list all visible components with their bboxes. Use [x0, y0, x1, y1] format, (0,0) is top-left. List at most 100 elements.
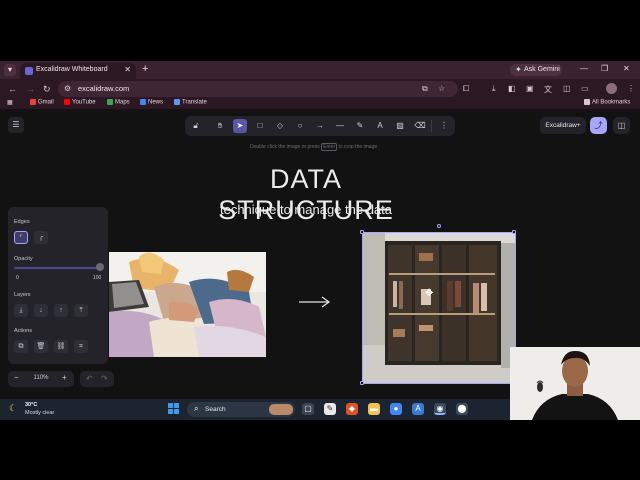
- more-tools-icon[interactable]: ⋮: [437, 119, 451, 133]
- brave-browser-icon[interactable]: ◆: [346, 403, 358, 415]
- text-tool-icon[interactable]: A: [373, 119, 387, 133]
- side-panel-icon[interactable]: ▭: [581, 84, 589, 93]
- hint-key: Enter: [321, 143, 338, 151]
- lock-tool-icon[interactable]: 🔓︎: [189, 119, 203, 133]
- ask-gemini-button[interactable]: ✦ Ask Gemini: [510, 64, 562, 76]
- opacity-max: 100: [93, 275, 102, 281]
- tab-excalidraw[interactable]: Excalidraw Whiteboard ✕: [20, 63, 136, 79]
- gmail-icon: [30, 99, 36, 105]
- bookmark-gmail[interactable]: Gmail: [30, 99, 54, 106]
- extension-1-icon[interactable]: ◧: [508, 84, 516, 93]
- send-backward-icon[interactable]: ↓: [34, 304, 48, 317]
- gemini-icon: ✦: [515, 65, 522, 74]
- zoom-level[interactable]: 110%: [29, 375, 53, 381]
- messy-clothes-illustration: [109, 252, 266, 357]
- tab-close-icon[interactable]: ✕: [124, 65, 131, 74]
- transform-arrow-icon[interactable]: [297, 295, 333, 309]
- crop-icon[interactable]: ⌗: [74, 340, 88, 353]
- zoom-out-icon[interactable]: −: [14, 373, 19, 382]
- main-menu-button[interactable]: ☰: [8, 117, 24, 133]
- extensions-icon[interactable]: ⧠: [463, 84, 469, 94]
- selection-tool-icon[interactable]: ➤: [233, 119, 247, 133]
- sharp-edges-icon[interactable]: ⌜: [14, 231, 28, 244]
- taskbar-search[interactable]: ⌕ Search: [187, 402, 295, 417]
- webcam-overlay: [510, 347, 640, 420]
- draw-tool-icon[interactable]: ✎: [353, 119, 367, 133]
- translate-ext-icon[interactable]: 文: [544, 84, 552, 95]
- restore-icon[interactable]: ❐: [601, 64, 608, 73]
- extension-2-icon[interactable]: ▣: [526, 84, 534, 93]
- redo-icon[interactable]: ↷: [101, 374, 108, 383]
- minimize-icon[interactable]: —: [580, 64, 588, 73]
- reload-icon[interactable]: ↻: [43, 84, 51, 95]
- bring-forward-icon[interactable]: ↑: [54, 304, 68, 317]
- opacity-slider-thumb[interactable]: [96, 263, 104, 271]
- new-tab-icon[interactable]: +: [142, 63, 148, 75]
- bring-to-front-icon[interactable]: ⤒: [74, 304, 88, 317]
- delete-icon[interactable]: 🗑︎: [34, 340, 48, 353]
- bookmark-youtube[interactable]: YouTube: [64, 99, 96, 106]
- app-a-icon[interactable]: A: [412, 403, 424, 415]
- download-icon[interactable]: ⤓: [492, 84, 496, 94]
- excalidraw-plus-button[interactable]: Excalidraw+: [540, 117, 586, 134]
- weather-temperature[interactable]: 30°C: [25, 402, 37, 408]
- arrow-tool-icon[interactable]: →: [313, 119, 327, 133]
- resize-handle-nw[interactable]: [360, 230, 364, 234]
- line-tool-icon[interactable]: —: [333, 119, 347, 133]
- browser-tab-strip: ▾ Excalidraw Whiteboard ✕ + ✦ Ask Gemini…: [0, 61, 640, 79]
- window-close-icon[interactable]: ✕: [623, 64, 630, 73]
- tab-search-icon[interactable]: ▾: [4, 64, 16, 76]
- profile-avatar[interactable]: [606, 83, 617, 94]
- bookmark-translate[interactable]: Translate: [174, 99, 207, 106]
- search-icon: ⌕: [194, 404, 199, 413]
- recording-app-icon[interactable]: ⬤: [456, 403, 468, 415]
- duplicate-icon[interactable]: ⧉: [14, 340, 28, 353]
- back-icon[interactable]: ←: [8, 84, 17, 94]
- messy-clothes-image[interactable]: [109, 252, 266, 357]
- extension-3-icon[interactable]: ◫: [563, 84, 571, 93]
- bookmark-maps[interactable]: Maps: [107, 99, 130, 106]
- share-button[interactable]: ⤴: [590, 117, 607, 134]
- hint-text-after: to crop the image: [338, 144, 378, 150]
- rectangle-tool-icon[interactable]: □: [253, 119, 267, 133]
- forward-icon[interactable]: →: [26, 84, 35, 94]
- windows-start-icon[interactable]: [168, 403, 180, 415]
- file-explorer-icon[interactable]: ▬: [368, 403, 380, 415]
- weather-description[interactable]: Mostly clear: [25, 410, 54, 416]
- properties-panel: Edges ⌜ ╭ Opacity 0 100 Layers ⤓ ↓ ↑ ⤒ A…: [8, 207, 108, 364]
- chrome-profile-icon[interactable]: ◉: [434, 403, 446, 415]
- opacity-slider[interactable]: [14, 267, 102, 269]
- install-app-icon[interactable]: ⧉: [422, 84, 428, 94]
- send-to-back-icon[interactable]: ⤓: [14, 304, 28, 317]
- task-view-icon[interactable]: ▢: [302, 403, 314, 415]
- zoom-in-icon[interactable]: +: [62, 373, 67, 382]
- chrome-menu-icon[interactable]: ⋮: [627, 84, 635, 93]
- round-edges-icon[interactable]: ╭: [34, 231, 48, 244]
- library-button[interactable]: ◫: [613, 117, 630, 134]
- canvas-subtitle-text[interactable]: technique to manage the data: [180, 202, 432, 217]
- eraser-tool-icon[interactable]: ⌫: [413, 119, 427, 133]
- all-bookmarks[interactable]: All Bookmarks: [584, 99, 630, 106]
- bookmark-news[interactable]: News: [140, 99, 163, 106]
- apps-icon[interactable]: ▦: [7, 99, 13, 106]
- chrome-icon[interactable]: ●: [390, 403, 402, 415]
- actions-label: Actions: [14, 328, 33, 334]
- resize-handle-sw[interactable]: [360, 381, 364, 385]
- hand-tool-icon[interactable]: ✋︎: [213, 119, 227, 133]
- weather-icon[interactable]: ☾: [9, 403, 17, 414]
- site-info-icon[interactable]: ⚙: [64, 84, 71, 93]
- address-bar[interactable]: ⚙ excalidraw.com ⧉ ☆: [58, 81, 458, 97]
- browser-nav-bar: ← → ↻ ⚙ excalidraw.com ⧉ ☆ ⧠ ⤓ ◧ ▣ 文 ◫ ▭…: [0, 79, 640, 99]
- diamond-tool-icon[interactable]: ◇: [273, 119, 287, 133]
- undo-icon[interactable]: ↶: [86, 374, 93, 383]
- bookmark-star-icon[interactable]: ☆: [438, 84, 445, 93]
- image-selection-box[interactable]: [362, 232, 516, 384]
- link-icon[interactable]: ⛓︎: [54, 340, 68, 353]
- screen-frame: ▾ Excalidraw Whiteboard ✕ + ✦ Ask Gemini…: [0, 61, 640, 420]
- image-tool-icon[interactable]: ▨: [393, 119, 407, 133]
- rotation-handle[interactable]: [437, 224, 441, 228]
- notepad-icon[interactable]: ✎: [324, 403, 336, 415]
- resize-handle-ne[interactable]: [512, 230, 516, 234]
- ellipse-tool-icon[interactable]: ○: [293, 119, 307, 133]
- tab-title: Excalidraw Whiteboard: [36, 66, 108, 73]
